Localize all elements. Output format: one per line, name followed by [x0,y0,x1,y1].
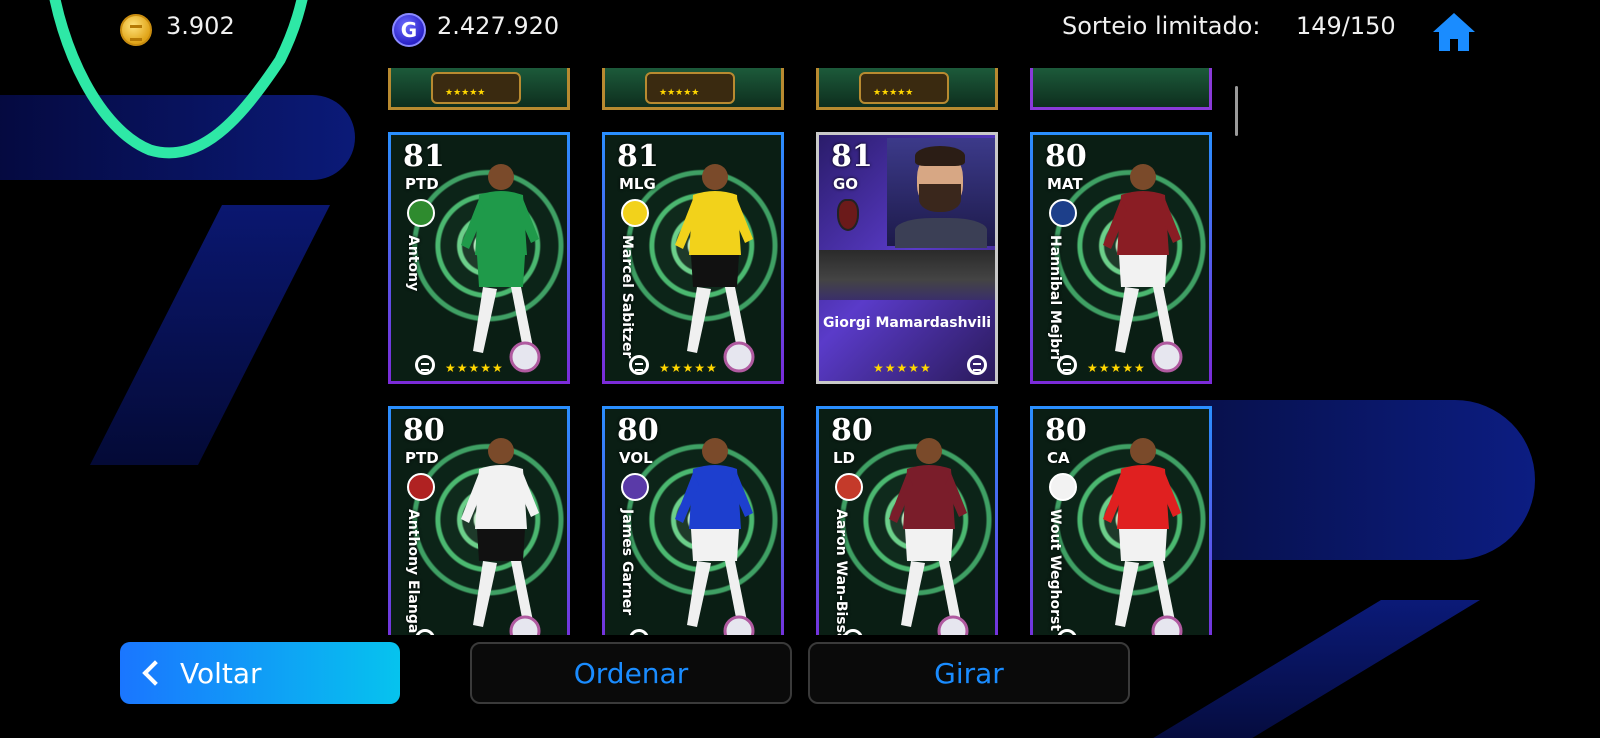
sort-button-label: Ordenar [573,656,689,690]
efootball-logo-icon [1057,355,1077,375]
club-badge-icon [621,199,649,227]
club-badge-icon [837,199,859,231]
card-player-name: James Garner [619,509,635,616]
card-rating: 81 [831,139,873,174]
coins-balance: 3.902 [166,12,235,40]
card-position: MAT [1047,175,1083,193]
club-badge-icon [1049,473,1077,501]
background-stripe [90,205,330,465]
card-rating: 81 [617,139,659,174]
card-player-name: Marcel Sabitzer [619,235,635,359]
partial-card[interactable] [1030,68,1212,110]
player-card[interactable]: 80VOLJames Garner★★★★★ [602,406,784,635]
efootball-logo-icon [629,355,649,375]
player-card[interactable]: 80CAWout Weghorst★★★★★ [1030,406,1212,635]
efootball-logo-icon [967,355,987,375]
card-position: LD [833,449,856,467]
card-position: CA [1047,449,1070,467]
player-card-grid[interactable]: 81PTDAntony★★★★★81MLGMarcel Sabitzer★★★★… [388,68,1218,635]
efootball-logo-icon [629,629,649,635]
player-figure [675,164,755,373]
club-badge-icon [835,473,863,501]
chevron-left-icon [142,660,168,686]
gold-coin-icon [120,14,152,46]
efootball-logo-icon [415,355,435,375]
partial-card[interactable] [816,68,998,110]
scrollbar[interactable] [1235,86,1238,136]
card-rating: 80 [403,413,445,448]
card-player-name: Anthony Elanga [405,509,421,634]
card-player-name: Giorgi Mamardashvili [822,315,992,331]
card-stars: ★★★★★ [873,361,932,375]
gp-icon: G [392,13,426,47]
club-badge-icon [407,473,435,501]
club-badge-icon [621,473,649,501]
rarity-plaque [431,72,521,104]
spin-button[interactable]: Girar [808,642,1130,704]
card-position: PTD [405,175,439,193]
player-card[interactable]: 80 MAT Hannibal Mejbri ★★★★★ [1030,132,1212,384]
player-figure [675,438,755,635]
card-position: PTD [405,449,439,467]
top-bar: 3.902 G 2.427.920 Sorteio limitado: 149/… [0,0,1600,60]
stadium-crowd [819,250,995,300]
card-rating: 80 [617,413,659,448]
card-position: VOL [619,449,653,467]
card-rating: 80 [831,413,873,448]
card-rating: 81 [403,139,445,174]
back-button[interactable]: Voltar [120,642,400,704]
rarity-plaque [645,72,735,104]
player-portrait [887,138,995,248]
draw-label: Sorteio limitado: [1062,12,1261,40]
card-player-name: Aaron Wan-Bissaka [833,509,849,635]
player-card[interactable]: 81 GO Giorgi Mamardashvili ★★★★★ [816,132,998,384]
card-player-name: Wout Weghorst [1047,509,1063,632]
spin-button-label: Girar [934,656,1004,690]
club-badge-icon [407,199,435,227]
card-stars: ★★★★★ [445,361,504,375]
card-rating: 80 [1045,413,1087,448]
player-card[interactable]: 81 PTD Antony ★★★★★ [388,132,570,384]
card-player-name: Hannibal Mejbri [1047,235,1063,360]
player-figure [1103,164,1183,373]
gp-balance: 2.427.920 [437,12,560,40]
player-figure [1103,438,1183,635]
card-position: MLG [619,175,656,193]
card-stars: ★★★★★ [659,361,718,375]
player-card[interactable]: 80LDAaron Wan-Bissaka★★★★★ [816,406,998,635]
card-stars: ★★★★★ [1087,361,1146,375]
player-figure [461,164,541,373]
card-player-name: Antony [405,235,421,292]
card-rating: 80 [1045,139,1087,174]
player-figure [889,438,969,635]
sort-button[interactable]: Ordenar [470,642,792,704]
partial-card[interactable] [602,68,784,110]
draw-count: 149/150 [1296,12,1396,40]
player-card[interactable]: 81 MLG Marcel Sabitzer ★★★★★ [602,132,784,384]
player-card[interactable]: 80PTDAnthony Elanga★★★★★ [388,406,570,635]
partial-card[interactable] [388,68,570,110]
club-badge-icon [1049,199,1077,227]
back-button-label: Voltar [180,656,262,690]
card-position: GO [833,175,859,193]
home-icon[interactable] [1430,10,1478,54]
background-stripe [1190,400,1535,560]
rarity-plaque [859,72,949,104]
player-figure [461,438,541,635]
